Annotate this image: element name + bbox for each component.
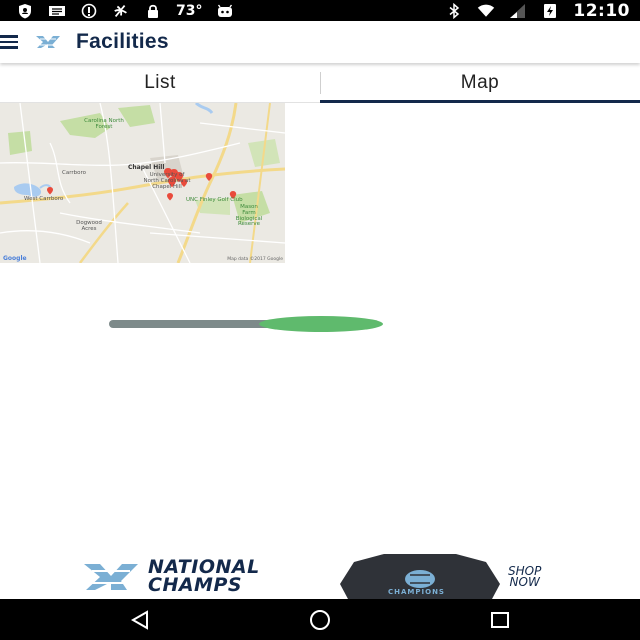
wifi-icon [477,3,495,19]
loading-progress [109,316,383,332]
map-label-west-carrboro: West Carrboro [24,196,64,202]
unc-logo [34,32,64,52]
ad-banner[interactable]: NATIONAL CHAMPS CHAMPIONS SHOP NOW [0,554,640,599]
signal-icon [509,3,527,19]
map-label-chapel-hill: Chapel Hill [128,164,165,171]
app-bar: Facilities [0,21,640,63]
tab-divider [320,72,321,94]
google-logo: Google [3,255,27,262]
temperature: 73° [176,2,203,19]
map-label-mason-farm: Mason Farm Biological Reserve [235,204,263,228]
mail-icon [48,3,66,19]
ad-headline: NATIONAL CHAMPS [148,558,260,596]
tab-map[interactable]: Map [320,64,640,103]
shield-icon [16,3,34,19]
map-label-finley: UNC Finley Golf Club [186,197,243,203]
status-bar: 73° 12:10 [0,0,640,21]
map-label-carrboro: Carrboro [62,170,86,176]
back-icon[interactable] [120,607,160,632]
tshirt-text: CHAMPIONS [388,588,445,596]
ad-headline-line2: CHAMPS [148,574,243,596]
map-label-unc: University of North Carolina at Chapel H… [143,172,191,190]
lock-icon [144,3,162,19]
screen: 73° 12:10 Facilities List Map Chapel Hil… [0,0,640,640]
unc-logo [80,560,142,594]
info-icon [80,3,98,19]
home-icon[interactable] [300,607,340,632]
recents-icon[interactable] [480,607,520,632]
cta-line2: NOW [509,575,540,589]
hamburger-menu-icon[interactable] [0,21,26,63]
page-title: Facilities [76,30,169,53]
shop-now-cta[interactable]: SHOP NOW [508,565,541,589]
tab-list[interactable]: List [0,64,320,102]
fan-icon [112,3,130,19]
map-label-dogwood: Dogwood Acres [76,220,102,232]
facilities-map[interactable]: Chapel Hill University of North Carolina… [0,103,285,263]
system-nav-bar [0,599,640,640]
map-label-carolina-north: Carolina North Forest [84,118,124,130]
battery-charging-icon [541,3,559,19]
tshirt-image: CHAMPIONS [334,554,506,599]
android-icon [216,3,234,19]
clock: 12:10 [573,0,630,21]
progress-fill [259,316,383,332]
map-attribution: Map data ©2017 Google [227,257,283,262]
bluetooth-icon [445,2,463,19]
